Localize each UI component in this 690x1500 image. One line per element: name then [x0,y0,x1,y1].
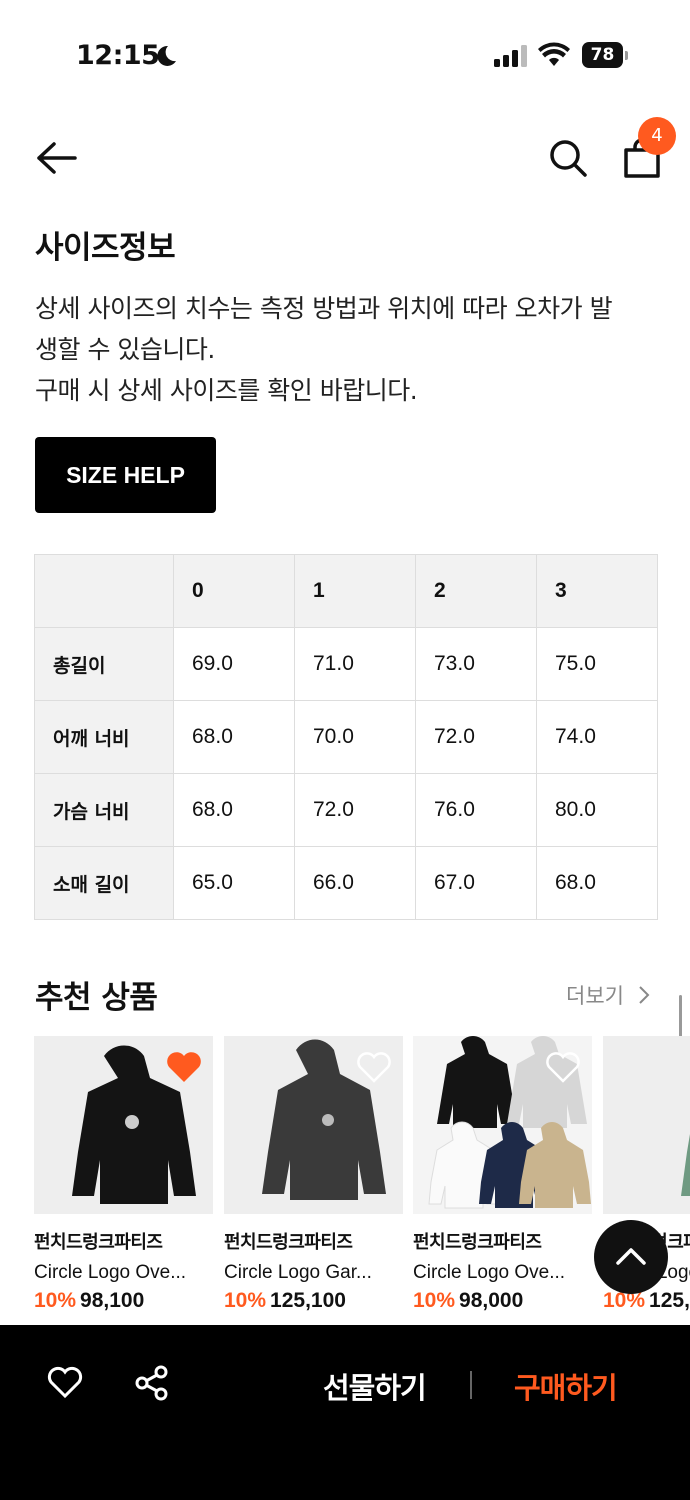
product-card[interactable]: 펀치드렁크파티즈 Circle Logo Ove... 10% 98,000 [413,1036,592,1313]
scroll-top-button[interactable] [594,1220,668,1294]
product-brand: 펀치드렁크파티즈 [34,1232,163,1253]
battery-level: 78 [582,42,623,68]
size-table: 0 1 2 3 총길이 69.0 71.0 73.0 75.0 어깨 너비 68… [34,554,658,920]
signal-icon [494,45,527,67]
moon-icon [157,45,176,66]
table-cell: 72.0 [415,700,537,774]
heart-outline-icon[interactable] [46,1365,84,1399]
heart-outline-icon[interactable] [355,1050,393,1084]
table-cell: 72.0 [294,773,416,847]
heart-filled-icon[interactable] [165,1050,203,1084]
size-info-title: 사이즈정보 [35,230,176,266]
table-header-cell: 0 [173,554,295,628]
product-image[interactable] [34,1036,213,1214]
product-price: 10% 98,100 [34,1289,145,1312]
divider [470,1371,472,1399]
row-label: 총길이 [34,627,174,701]
heart-outline-icon[interactable] [544,1050,582,1084]
table-cell: 74.0 [536,700,658,774]
status-bar: 12:15 78 [0,0,690,110]
table-cell: 68.0 [536,846,658,920]
table-cell: 65.0 [173,846,295,920]
table-header-cell: 3 [536,554,658,628]
buy-button[interactable]: 구매하기 [514,1365,618,1407]
product-price: 10%125,100 [224,1289,346,1312]
table-cell: 80.0 [536,773,658,847]
table-cell: 69.0 [173,627,295,701]
table-cell: 71.0 [294,627,416,701]
table-row: 어깨 너비 68.0 70.0 72.0 74.0 [34,700,658,774]
back-arrow-icon[interactable] [34,140,78,176]
chevron-up-icon [616,1248,646,1265]
cart-count-badge[interactable]: 4 [638,117,676,155]
table-cell: 70.0 [294,700,416,774]
table-cell: 67.0 [415,846,537,920]
table-header-cell: 2 [415,554,537,628]
table-cell: 68.0 [173,700,295,774]
row-label: 어깨 너비 [34,700,174,774]
search-icon[interactable] [548,138,588,178]
product-image[interactable] [224,1036,403,1214]
table-cell: 68.0 [173,773,295,847]
product-image[interactable] [603,1036,690,1214]
size-help-button[interactable]: SIZE HELP [35,437,216,513]
gift-button[interactable]: 선물하기 [323,1365,427,1407]
table-cell: 73.0 [415,627,537,701]
status-time: 12:15 [76,40,160,71]
table-header-cell [34,554,174,628]
table-row: 총길이 69.0 71.0 73.0 75.0 [34,627,658,701]
share-icon[interactable] [134,1365,170,1401]
product-brand: 펀치드렁크파티즈 [224,1232,353,1253]
row-label: 소매 길이 [34,846,174,920]
table-cell: 76.0 [415,773,537,847]
row-label: 가슴 너비 [34,773,174,847]
table-cell: 75.0 [536,627,658,701]
table-row: 가슴 너비 68.0 72.0 76.0 80.0 [34,773,658,847]
table-header-row: 0 1 2 3 [34,554,658,628]
table-row: 소매 길이 65.0 66.0 67.0 68.0 [34,846,658,920]
table-cell: 66.0 [294,846,416,920]
product-price: 10% 98,000 [413,1289,524,1312]
table-header-cell: 1 [294,554,416,628]
product-name: Circle Logo Gar... [224,1262,372,1283]
product-name: Circle Logo Ove... [34,1262,187,1283]
hoodie-image [681,1134,690,1196]
product-card[interactable]: 펀치드렁크파티즈 Circle Logo Gar... 10% 125,100 [224,1036,403,1313]
battery-indicator: 78 [582,42,628,68]
bottom-action-bar: 선물하기 구매하기 [0,1325,690,1500]
wifi-icon [538,42,570,66]
product-card[interactable]: 펀치드렁크파티즈 Circle Logo Ove... 10% 98,100 [34,1036,213,1313]
recommended-title: 추천 상품 [35,980,158,1016]
more-link[interactable]: 더보기 [566,980,651,1010]
product-name: Circle Logo Ove... [413,1262,566,1283]
size-info-description: 상세 사이즈의 치수는 측정 방법과 위치에 따라 오차가 발 생할 수 있습니… [35,294,613,405]
product-image[interactable] [413,1036,592,1214]
chevron-right-icon [638,986,650,1004]
product-brand: 펀치드렁크파티즈 [413,1232,542,1253]
